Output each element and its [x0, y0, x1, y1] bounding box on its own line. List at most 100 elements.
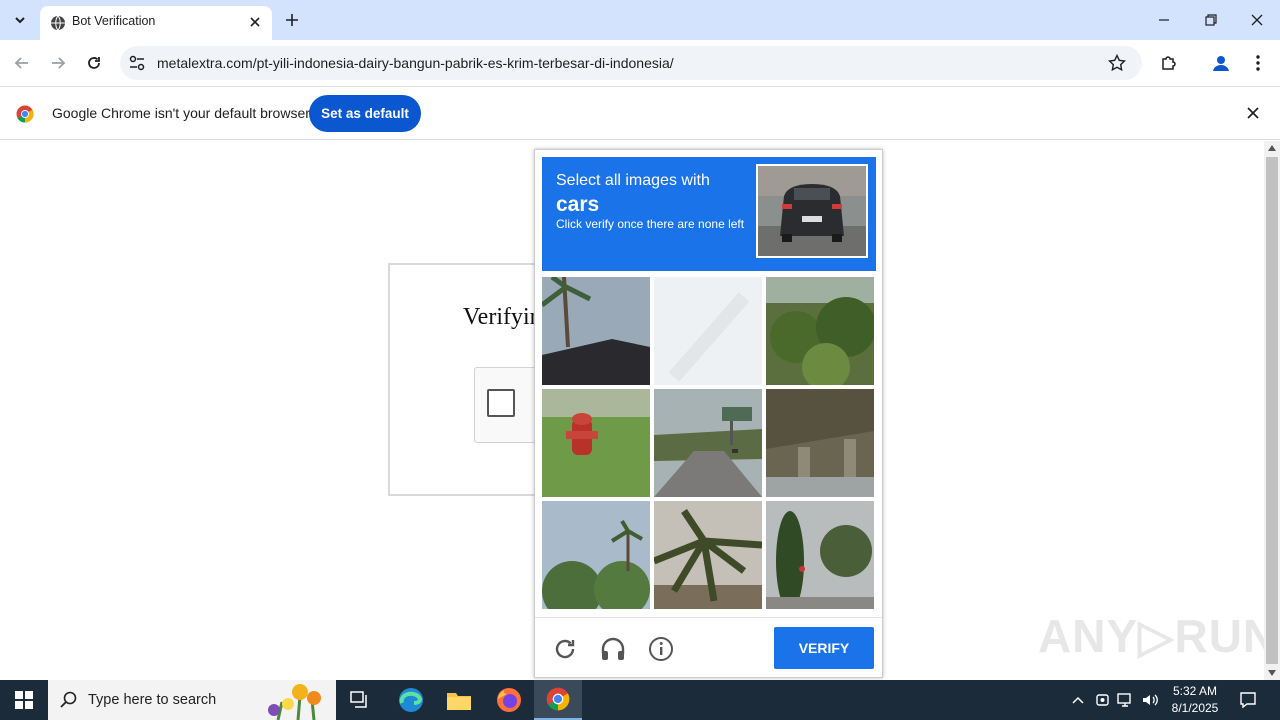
- captcha-audio-button[interactable]: [599, 635, 627, 663]
- folder-icon: [447, 693, 471, 710]
- palm-trees-image: [766, 277, 874, 385]
- captcha-tile-6[interactable]: [766, 389, 874, 497]
- infobar-message: Google Chrome isn't your default browser: [52, 105, 310, 121]
- puzzle-icon: [1162, 56, 1176, 70]
- infobar-close-button[interactable]: [1244, 104, 1262, 122]
- trees-sky-image: [542, 501, 650, 609]
- plus-icon: [286, 14, 298, 26]
- page-scrollbar[interactable]: [1264, 141, 1280, 680]
- fire-hydrant-image: [542, 389, 650, 497]
- taskbar-clock-time[interactable]: 5:32 AM: [1150, 684, 1240, 698]
- captcha-image-grid: [542, 277, 876, 611]
- car-rear-image: [758, 166, 866, 256]
- captcha-verify-button[interactable]: VERIFY: [774, 627, 874, 669]
- network-icon: [1117, 693, 1131, 707]
- cypress-trees-image: [766, 501, 874, 609]
- captcha-tile-8[interactable]: [654, 501, 762, 609]
- anyrun-watermark: ANY▷RUN: [1038, 610, 1278, 662]
- address-bar[interactable]: metalextra.com/pt-yili-indonesia-dairy-b…: [120, 46, 1142, 80]
- reload-button[interactable]: [82, 51, 106, 75]
- blank-sky-image: [654, 277, 762, 385]
- task-view-button[interactable]: [336, 680, 384, 720]
- minimize-button[interactable]: [1152, 8, 1176, 32]
- captcha-tile-2[interactable]: [654, 277, 762, 385]
- captcha-footer: VERIFY: [535, 617, 882, 677]
- tab-bot-verification[interactable]: Bot Verification: [40, 6, 272, 40]
- highway-image: [654, 389, 762, 497]
- scroll-thumb[interactable]: [1266, 157, 1278, 664]
- extensions-button[interactable]: [1157, 51, 1181, 75]
- browser-toolbar: metalextra.com/pt-yili-indonesia-dairy-b…: [0, 40, 1280, 86]
- human-checkbox[interactable]: [487, 389, 515, 417]
- url-text[interactable]: metalextra.com/pt-yili-indonesia-dairy-b…: [157, 55, 674, 71]
- scroll-down-arrow[interactable]: [1264, 666, 1280, 680]
- taskbar-file-explorer[interactable]: [435, 680, 483, 720]
- chrome-logo-icon: [16, 105, 34, 123]
- firefox-icon: [497, 688, 521, 712]
- captcha-tile-1[interactable]: [542, 277, 650, 385]
- taskbar-chrome[interactable]: [534, 680, 582, 720]
- close-window-button[interactable]: [1245, 8, 1269, 32]
- triangle-down-icon: [1268, 670, 1276, 676]
- profile-button[interactable]: [1209, 51, 1233, 75]
- task-view-icon: [350, 691, 367, 708]
- close-icon: [250, 17, 260, 27]
- tab-close-button[interactable]: [246, 13, 264, 31]
- tray-overflow-button[interactable]: [1068, 690, 1088, 710]
- captcha-tile-9[interactable]: [766, 501, 874, 609]
- headphones-icon: [601, 637, 625, 660]
- captcha-instruction: Select all images with: [556, 172, 710, 189]
- taskbar-search-placeholder: Type here to search: [88, 692, 217, 708]
- taskbar-edge[interactable]: [387, 680, 435, 720]
- captcha-tile-3[interactable]: [766, 277, 874, 385]
- notification-center-button[interactable]: [1238, 690, 1258, 710]
- taskbar-clock-date[interactable]: 8/1/2025: [1150, 701, 1240, 715]
- restore-button[interactable]: [1199, 8, 1223, 32]
- webcam-icon: [1096, 694, 1109, 706]
- reload-icon: [88, 57, 100, 69]
- notification-icon: [1240, 692, 1256, 709]
- arrow-right-icon: [52, 57, 66, 69]
- captcha-info-button[interactable]: [647, 635, 675, 663]
- captcha-refresh-button[interactable]: [551, 635, 579, 663]
- windows-taskbar: Type here to search 5:32 AM 8/1/2025: [0, 680, 1280, 720]
- start-button[interactable]: [0, 680, 48, 720]
- captcha-tile-5[interactable]: [654, 389, 762, 497]
- profile-icon: [1213, 56, 1229, 71]
- overpass-image: [766, 389, 874, 497]
- page-content: Verifying you are human Select all image…: [0, 141, 1276, 680]
- windows-logo-icon: [15, 691, 33, 709]
- back-button[interactable]: [10, 51, 34, 75]
- tab-title: Bot Verification: [72, 14, 156, 28]
- chevron-down-icon: [15, 17, 25, 24]
- site-info-icon[interactable]: [128, 54, 146, 72]
- tray-network[interactable]: [1116, 690, 1136, 710]
- bookmark-star-icon[interactable]: [1108, 54, 1126, 72]
- set-as-default-button[interactable]: Set as default: [309, 95, 421, 132]
- captcha-header: Select all images with cars Click verify…: [542, 157, 876, 271]
- scroll-up-arrow[interactable]: [1264, 141, 1280, 155]
- search-icon: [60, 691, 77, 708]
- refresh-icon: [555, 639, 575, 659]
- globe-icon: [51, 15, 65, 31]
- arrow-left-icon: [14, 57, 28, 69]
- restore-icon: [1205, 14, 1217, 26]
- tab-strip: Bot Verification: [0, 0, 1280, 40]
- triangle-up-icon: [1268, 145, 1276, 151]
- taskbar-search-box[interactable]: Type here to search: [48, 680, 336, 720]
- default-browser-infobar: Google Chrome isn't your default browser…: [0, 86, 1280, 140]
- tray-meet-now[interactable]: [1093, 690, 1113, 710]
- forward-button[interactable]: [46, 51, 70, 75]
- captcha-target-word: cars: [556, 193, 600, 216]
- info-icon: [649, 637, 673, 661]
- tab-search-button[interactable]: [8, 8, 32, 32]
- menu-button[interactable]: [1246, 51, 1270, 75]
- captcha-tile-7[interactable]: [542, 501, 650, 609]
- close-icon: [1251, 14, 1263, 26]
- captcha-subtext: Click verify once there are none left: [556, 217, 745, 231]
- palm-roof-image: [542, 277, 650, 385]
- new-tab-button[interactable]: [282, 10, 302, 30]
- taskbar-firefox[interactable]: [485, 680, 533, 720]
- captcha-reference-image: [756, 164, 868, 258]
- captcha-tile-4[interactable]: [542, 389, 650, 497]
